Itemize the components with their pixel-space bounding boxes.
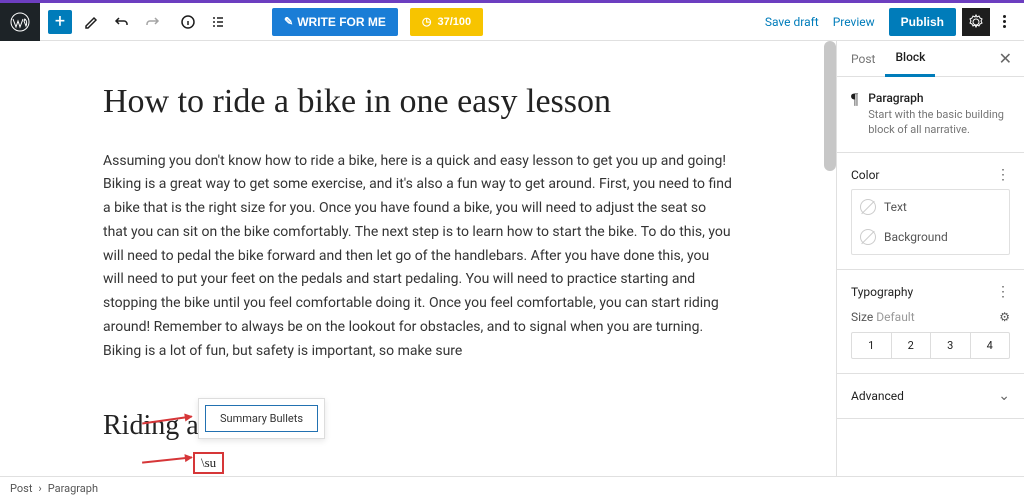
paragraph-block[interactable]: Assuming you don't know how to ride a bi… — [103, 150, 733, 364]
more-options-button[interactable] — [992, 8, 1016, 36]
edit-icon[interactable] — [78, 8, 106, 36]
sliders-icon[interactable]: ⚙ — [999, 310, 1010, 324]
settings-button[interactable] — [962, 8, 990, 36]
pencil-icon: ✎ — [284, 15, 293, 28]
advanced-panel-header[interactable]: Advanced ⌄ — [851, 388, 1010, 404]
font-size-presets: 1 2 3 4 — [851, 332, 1010, 359]
undo-button[interactable] — [108, 8, 136, 36]
size-2[interactable]: 2 — [892, 333, 932, 358]
close-sidebar-button[interactable]: ✕ — [991, 49, 1020, 68]
color-swatch-icon — [860, 229, 876, 245]
info-icon[interactable] — [174, 8, 202, 36]
size-3[interactable]: 3 — [931, 333, 971, 358]
more-icon: ⋮ — [996, 167, 1010, 183]
post-title[interactable]: How to ride a bike in one easy lesson — [103, 81, 733, 124]
size-4[interactable]: 4 — [971, 333, 1010, 358]
settings-sidebar: Post Block ✕ ¶ Paragraph Start with the … — [836, 41, 1024, 486]
add-block-button[interactable]: + — [48, 10, 72, 34]
color-swatch-icon — [860, 199, 876, 215]
typography-panel-header[interactable]: Typography ⋮ — [851, 284, 1010, 300]
background-color-option[interactable]: Background — [860, 222, 1001, 252]
tab-post[interactable]: Post — [841, 41, 885, 77]
text-color-option[interactable]: Text — [860, 192, 1001, 222]
block-type-desc: Start with the basic building block of a… — [868, 107, 1010, 138]
preview-link[interactable]: Preview — [833, 15, 875, 29]
credits-button[interactable]: ◷37/100 — [410, 8, 483, 36]
redo-button[interactable] — [138, 8, 166, 36]
paragraph-icon: ¶ — [851, 91, 858, 138]
more-icon: ⋮ — [996, 284, 1010, 300]
outline-icon[interactable] — [204, 8, 232, 36]
top-toolbar: + ✎WRITE FOR ME ◷37/100 Save draft Previ… — [0, 3, 1024, 41]
tab-block[interactable]: Block — [885, 41, 935, 77]
slash-command-input[interactable]: \su — [193, 452, 224, 474]
write-for-me-button[interactable]: ✎WRITE FOR ME — [272, 8, 398, 36]
color-panel-header[interactable]: Color ⋮ — [851, 167, 1010, 183]
breadcrumb-root[interactable]: Post — [10, 482, 32, 495]
wordpress-logo[interactable] — [0, 3, 40, 41]
block-type-name: Paragraph — [868, 91, 1010, 105]
breadcrumb-separator: › — [38, 482, 41, 495]
editor-canvas[interactable]: How to ride a bike in one easy lesson As… — [0, 41, 836, 486]
suggestion-summary-bullets[interactable]: Summary Bullets — [205, 405, 318, 432]
save-draft-link[interactable]: Save draft — [765, 15, 819, 29]
breadcrumb-current[interactable]: Paragraph — [48, 482, 98, 495]
publish-button[interactable]: Publish — [889, 8, 956, 36]
chevron-down-icon: ⌄ — [998, 388, 1010, 404]
clock-icon: ◷ — [422, 15, 432, 28]
autocomplete-popup: Summary Bullets — [198, 398, 325, 439]
size-1[interactable]: 1 — [852, 333, 892, 358]
breadcrumb: Post › Paragraph — [0, 476, 1024, 500]
vertical-scrollbar[interactable] — [824, 41, 836, 171]
